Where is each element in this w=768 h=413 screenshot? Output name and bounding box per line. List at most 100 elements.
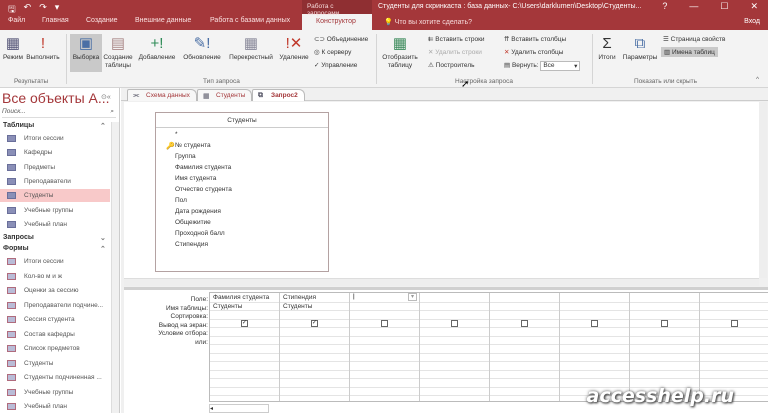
delete-rows-button[interactable]: ✕ Удалить строки <box>428 48 482 56</box>
sigma-icon: Σ <box>602 35 612 52</box>
nav-form-item[interactable]: Список предметов <box>0 342 110 355</box>
field-item[interactable]: Фамилия студента <box>175 164 231 171</box>
horizontal-scrollbar[interactable] <box>124 278 759 286</box>
field-item[interactable]: Общежитие <box>175 219 211 226</box>
show-checkbox[interactable] <box>451 320 458 327</box>
builder-button[interactable]: ⚠ Построитель <box>428 61 475 69</box>
sign-in-link[interactable]: Вход <box>744 18 760 25</box>
nav-table-item[interactable]: Преподаватели <box>0 175 110 188</box>
field-item[interactable]: Дата рождения <box>175 208 221 215</box>
make-table-button[interactable]: ▤ Создание таблицы <box>102 34 134 70</box>
nav-table-item[interactable]: Итоги сессии <box>0 132 110 145</box>
nav-table-item[interactable]: Студенты <box>0 189 110 203</box>
tab-external-data[interactable]: Внешние данные <box>135 17 191 24</box>
tab-create[interactable]: Создание <box>86 17 118 24</box>
insert-columns-button[interactable]: ⇈ Вставить столбцы <box>504 35 566 43</box>
field-dropdown-button[interactable]: ▾ <box>408 293 417 301</box>
nav-scrollbar[interactable] <box>111 122 119 413</box>
minimize-button[interactable]: — <box>689 1 698 12</box>
doc-tab-students[interactable]: ▦ Студенты <box>197 89 253 101</box>
update-icon: ✎! <box>193 35 211 52</box>
close-button[interactable]: ✕ <box>750 1 758 12</box>
property-sheet-button[interactable]: ☰ Страница свойств <box>663 35 725 43</box>
nav-section-forms[interactable]: Формы ⌃ <box>3 245 113 253</box>
select-query-button[interactable]: ▣ Выборка <box>70 34 102 72</box>
union-button[interactable]: ⊂⊃ Объединение <box>314 35 368 43</box>
tab-home[interactable]: Главная <box>42 17 69 24</box>
passthrough-button[interactable]: ◎ К серверу <box>314 48 351 56</box>
show-checkbox[interactable] <box>731 320 738 327</box>
delete-cols-label: Удалить столбцы <box>511 49 564 56</box>
nav-form-item[interactable]: Учебные группы <box>0 386 110 399</box>
crosstab-button[interactable]: ▦ Перекрестный <box>225 34 277 62</box>
doc-tab-query2[interactable]: ⧉ Запрос2 <box>252 89 305 101</box>
show-checkbox[interactable] <box>521 320 528 327</box>
nav-menu-icon[interactable]: ⊙« <box>101 93 111 101</box>
grid-scrollbar[interactable]: ◂ <box>209 404 269 413</box>
table-names-button[interactable]: ▥ Имена таблиц <box>661 47 718 57</box>
grid-table-cell[interactable]: Студенты <box>213 303 242 310</box>
nav-form-item[interactable]: Учебный план <box>0 400 110 413</box>
field-item[interactable]: Проходной балл <box>175 230 225 237</box>
field-item[interactable]: Пол <box>175 197 187 204</box>
append-button[interactable]: +! Добавление <box>135 34 179 62</box>
grid-field-cell[interactable]: Фамилия студента <box>213 294 269 301</box>
nav-table-item[interactable]: Учебный план <box>0 218 110 231</box>
nav-form-item[interactable]: Итоги сессии <box>0 255 110 268</box>
nav-form-item[interactable]: Состав кафедры <box>0 328 110 341</box>
insert-cols-label: Вставить столбцы <box>511 36 567 43</box>
grid-field-cell[interactable]: Стипендия <box>283 294 316 301</box>
nav-table-item[interactable]: Кафедры <box>0 146 110 159</box>
help-button[interactable]: ? <box>662 1 667 12</box>
run-button[interactable]: ! Выполнить <box>26 34 60 62</box>
table-icon <box>7 220 16 228</box>
nav-form-item[interactable]: Кол-во м и ж <box>0 270 110 283</box>
show-checkbox[interactable] <box>591 320 598 327</box>
tab-file[interactable]: Файл <box>8 17 25 24</box>
tab-database-tools[interactable]: Работа с базами данных <box>210 17 290 24</box>
nav-form-item[interactable]: Оценки за сессию <box>0 284 110 297</box>
field-item[interactable]: Отчество студента <box>175 186 232 193</box>
nav-table-item[interactable]: Предметы <box>0 161 110 174</box>
data-definition-button[interactable]: ✓ Управление <box>314 61 357 69</box>
delete-query-button[interactable]: !✕ Удаление <box>277 34 311 62</box>
nav-form-item[interactable]: Сессия студента <box>0 313 110 326</box>
show-table-label: Отобразить таблицу <box>382 54 418 69</box>
field-list-students[interactable]: Студенты * 🔑 № студента Группа Фамилия студе… <box>155 112 329 272</box>
field-item[interactable]: № студента <box>175 142 211 149</box>
field-item[interactable]: * <box>175 131 178 138</box>
show-checkbox[interactable] <box>661 320 668 327</box>
update-button[interactable]: ✎! Обновление <box>180 34 224 62</box>
show-checkbox[interactable]: ✓ <box>311 320 318 327</box>
view-button[interactable]: ▦ Режим <box>0 34 26 62</box>
insert-rows-button[interactable]: ⇇ Вставить строки <box>428 35 485 43</box>
tell-me-input[interactable]: 💡 Что вы хотите сделать? <box>384 18 472 26</box>
nav-form-item[interactable]: Студенты подчиненная ... <box>0 371 110 384</box>
show-checkbox[interactable]: ✓ <box>241 320 248 327</box>
grid-field-input[interactable]: | <box>353 293 355 300</box>
nav-section-tables[interactable]: Таблицы ⌃ <box>3 122 113 130</box>
delete-columns-button[interactable]: ✕ Удалить столбцы <box>504 48 563 56</box>
vertical-scrollbar[interactable] <box>759 102 767 278</box>
nav-search-input[interactable]: Поиск... ⌕ <box>2 108 116 118</box>
parameters-button[interactable]: ⧉ Параметры <box>620 34 660 62</box>
nav-table-item[interactable]: Учебные группы <box>0 204 110 217</box>
totals-button[interactable]: Σ Итоги <box>594 34 620 62</box>
field-item[interactable]: Стипендия <box>175 241 208 248</box>
search-icon[interactable]: ⌕ <box>110 108 114 116</box>
nav-section-queries[interactable]: Запросы ⌄ <box>3 234 113 242</box>
return-select[interactable]: Все ▾ <box>540 61 581 71</box>
field-item[interactable]: Имя студента <box>175 175 216 182</box>
doc-tab-relationships[interactable]: ⫘ Схема данных <box>127 89 197 101</box>
nav-form-item[interactable]: Студенты <box>0 357 110 370</box>
nav-form-item[interactable]: Преподаватели подчине... <box>0 299 110 312</box>
collapse-ribbon-icon[interactable]: ^ <box>756 76 759 83</box>
field-item[interactable]: Группа <box>175 153 196 160</box>
scroll-left-icon[interactable]: ◂ <box>210 406 213 412</box>
show-table-button[interactable]: ▦ Отобразить таблицу <box>380 34 420 70</box>
grid-table-cell[interactable]: Студенты <box>283 303 312 310</box>
group-show-hide-label: Показать или скрыть <box>634 78 698 85</box>
maximize-button[interactable]: ☐ <box>720 1 728 12</box>
nav-title[interactable]: Все объекты A... <box>2 90 110 106</box>
show-checkbox[interactable] <box>381 320 388 327</box>
